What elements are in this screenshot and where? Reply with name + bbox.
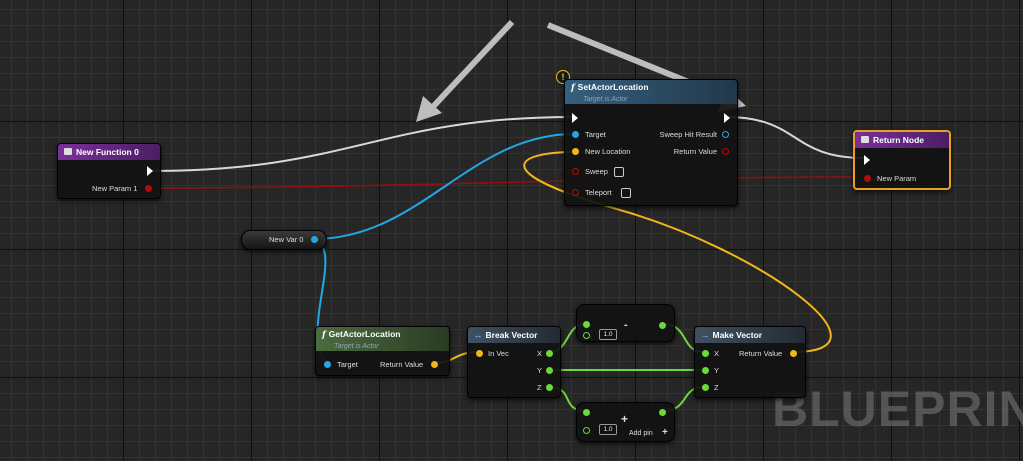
target-label: Target bbox=[337, 360, 358, 369]
make-icon: → bbox=[701, 330, 710, 340]
sweep-hit-result-pin[interactable] bbox=[722, 131, 729, 138]
set-actor-location-node[interactable]: f SetActorLocation Target is Actor Target… bbox=[564, 79, 738, 206]
add-b-pin[interactable] bbox=[583, 427, 590, 434]
subtract-symbol: - bbox=[624, 319, 628, 331]
exec-out-pin[interactable] bbox=[147, 166, 153, 176]
x-label: X bbox=[714, 349, 720, 358]
in-vec-pin[interactable] bbox=[476, 350, 483, 357]
add-b-value[interactable]: 1.0 bbox=[599, 424, 617, 435]
new-var-label: New Var 0 bbox=[269, 235, 304, 244]
get-actor-location-header: f GetActorLocation Target is Actor bbox=[316, 327, 449, 351]
function-icon: f bbox=[571, 83, 575, 93]
set-actor-location-title: SetActorLocation bbox=[577, 82, 649, 92]
function-icon: f bbox=[322, 330, 326, 340]
return-value-pin[interactable] bbox=[790, 350, 797, 357]
y-label: Y bbox=[537, 366, 543, 375]
y-in-pin[interactable] bbox=[702, 367, 709, 374]
bool-wire bbox=[147, 176, 865, 189]
in-vec-label: In Vec bbox=[488, 349, 509, 358]
sub-b-value[interactable]: 1.0 bbox=[599, 329, 617, 340]
new-param-pin[interactable] bbox=[145, 185, 152, 192]
function-result-icon bbox=[861, 136, 869, 144]
return-node-title: Return Node bbox=[873, 135, 924, 145]
y-label: Y bbox=[714, 366, 720, 375]
add-out-pin[interactable] bbox=[659, 409, 666, 416]
target-pin[interactable] bbox=[572, 131, 579, 138]
new-param-in-pin[interactable] bbox=[864, 175, 871, 182]
get-actor-location-title: GetActorLocation bbox=[328, 329, 401, 339]
z-label: Z bbox=[714, 383, 719, 392]
break-vector-node[interactable]: ↔ Break Vector In Vec X Y Z bbox=[467, 326, 561, 398]
z-label: Z bbox=[537, 383, 542, 392]
subtract-node[interactable]: 1.0 - bbox=[576, 304, 675, 342]
add-pin-label[interactable]: Add pin bbox=[629, 428, 653, 440]
get-actor-location-node[interactable]: f GetActorLocation Target is Actor Target… bbox=[315, 326, 450, 376]
return-node[interactable]: Return Node New Param bbox=[853, 130, 951, 190]
exec-wire-2 bbox=[725, 116, 865, 159]
return-value-label: Return Value bbox=[380, 360, 424, 369]
new-location-pin[interactable] bbox=[572, 148, 579, 155]
watermark: BLUEPRIN bbox=[772, 381, 1023, 437]
sub-out-pin[interactable] bbox=[659, 322, 666, 329]
exec-in-pin[interactable] bbox=[864, 155, 870, 165]
add-pin-plus-icon[interactable]: + bbox=[662, 427, 668, 439]
break-icon: ↔ bbox=[474, 330, 483, 340]
break-vector-header: ↔ Break Vector bbox=[468, 327, 560, 343]
exec-out-pin[interactable] bbox=[724, 113, 730, 123]
new-param-label: New Param 1 bbox=[92, 184, 138, 193]
get-actor-location-subtitle: Target is Actor bbox=[334, 343, 379, 350]
return-param-label: New Param bbox=[877, 174, 917, 183]
y-out-pin[interactable] bbox=[546, 367, 553, 374]
set-actor-location-subtitle: Target is Actor bbox=[583, 96, 628, 103]
x-in-pin[interactable] bbox=[702, 350, 709, 357]
target-pin[interactable] bbox=[324, 361, 331, 368]
return-value-pin[interactable] bbox=[431, 361, 438, 368]
return-value-pin[interactable] bbox=[722, 148, 729, 155]
target-label: Target bbox=[585, 130, 606, 139]
sub-a-pin[interactable] bbox=[583, 321, 590, 328]
x-out-pin[interactable] bbox=[546, 350, 553, 357]
exec-wire-1 bbox=[151, 116, 575, 172]
teleport-pin[interactable] bbox=[572, 189, 579, 196]
object-wire-1 bbox=[313, 133, 575, 240]
sweep-label: Sweep bbox=[585, 167, 608, 176]
sweep-hit-result-label: Sweep Hit Result bbox=[659, 130, 717, 139]
break-vector-title: Break Vector bbox=[485, 330, 538, 340]
z-out-pin[interactable] bbox=[546, 384, 553, 391]
make-vector-header: → Make Vector bbox=[695, 327, 805, 343]
add-node[interactable]: 1.0 + Add pin + bbox=[576, 402, 675, 442]
add-symbol: + bbox=[621, 412, 629, 426]
new-var-node[interactable]: New Var 0 bbox=[241, 230, 327, 250]
make-vector-title: Make Vector bbox=[712, 330, 763, 340]
teleport-checkbox[interactable] bbox=[621, 188, 631, 198]
sweep-checkbox[interactable] bbox=[614, 167, 624, 177]
x-label: X bbox=[537, 349, 543, 358]
sweep-pin[interactable] bbox=[572, 168, 579, 175]
make-vector-node[interactable]: → Make Vector X Return Value Y Z bbox=[694, 326, 806, 398]
exec-in-pin[interactable] bbox=[572, 113, 578, 123]
sub-b-pin[interactable] bbox=[583, 332, 590, 339]
new-location-label: New Location bbox=[585, 147, 631, 156]
return-node-header: Return Node bbox=[855, 132, 949, 148]
teleport-label: Teleport bbox=[585, 188, 612, 197]
new-function-header: New Function 0 bbox=[58, 144, 160, 160]
new-function-node[interactable]: New Function 0 New Param 1 bbox=[57, 143, 161, 199]
new-var-out-pin[interactable] bbox=[311, 236, 318, 243]
add-a-pin[interactable] bbox=[583, 409, 590, 416]
z-in-pin[interactable] bbox=[702, 384, 709, 391]
set-actor-location-header: f SetActorLocation Target is Actor bbox=[565, 80, 737, 104]
function-entry-icon bbox=[64, 148, 72, 156]
return-value-label: Return Value bbox=[673, 147, 717, 156]
new-function-title: New Function 0 bbox=[76, 147, 139, 157]
arrow-left-shaft bbox=[427, 19, 515, 113]
return-value-label: Return Value bbox=[739, 349, 783, 358]
